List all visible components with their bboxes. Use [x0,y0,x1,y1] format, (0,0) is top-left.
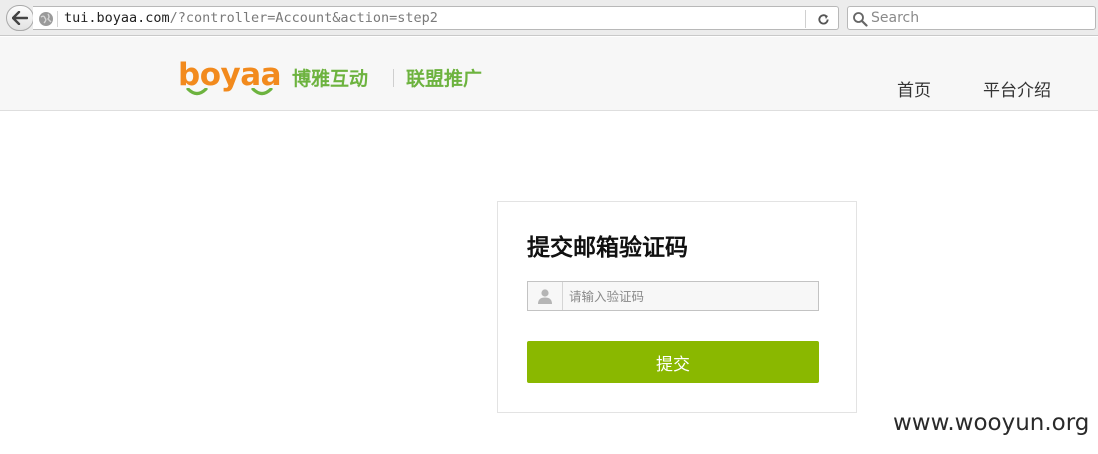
search-icon [853,12,868,27]
logo-divider [393,69,394,87]
address-bar[interactable]: tui.boyaa.com/?controller=Account&action… [33,6,839,30]
logo-subtitle: 联盟推广 [406,68,483,90]
url-path: /?controller=Account&action=step2 [169,10,438,26]
watermark: www.wooyun.org [893,410,1090,436]
reload-icon [817,13,829,25]
submit-button[interactable]: 提交 [527,341,819,383]
back-arrow-icon [12,11,28,25]
input-icon-box [528,282,563,310]
logo-smile-icon [186,88,208,96]
back-button[interactable] [6,5,34,31]
code-input-group [527,281,819,311]
form-title: 提交邮箱验证码 [527,235,688,261]
logo-company-name: 博雅互动 [292,68,369,90]
site-header: boyaa 博雅互动 联盟推广 首页 平台介绍 [0,37,1098,111]
search-placeholder: Search [871,10,920,26]
logo-smile-icon [251,88,273,96]
globe-icon [39,12,53,26]
user-icon [538,289,552,304]
logo-wordmark: boyaa [178,57,282,93]
nav-platform-intro[interactable]: 平台介绍 [983,76,1051,101]
url-divider-right [805,10,806,28]
search-bar[interactable]: Search [847,6,1096,30]
browser-toolbar: tui.boyaa.com/?controller=Account&action… [0,0,1098,36]
reload-button[interactable] [813,10,833,28]
verification-card: 提交邮箱验证码 提交 [497,201,857,413]
url-host: tui.boyaa.com [64,10,170,26]
nav-home[interactable]: 首页 [897,76,931,101]
url-divider [57,11,58,27]
url-text[interactable]: tui.boyaa.com/?controller=Account&action… [64,10,438,26]
verification-code-input[interactable] [564,282,818,310]
